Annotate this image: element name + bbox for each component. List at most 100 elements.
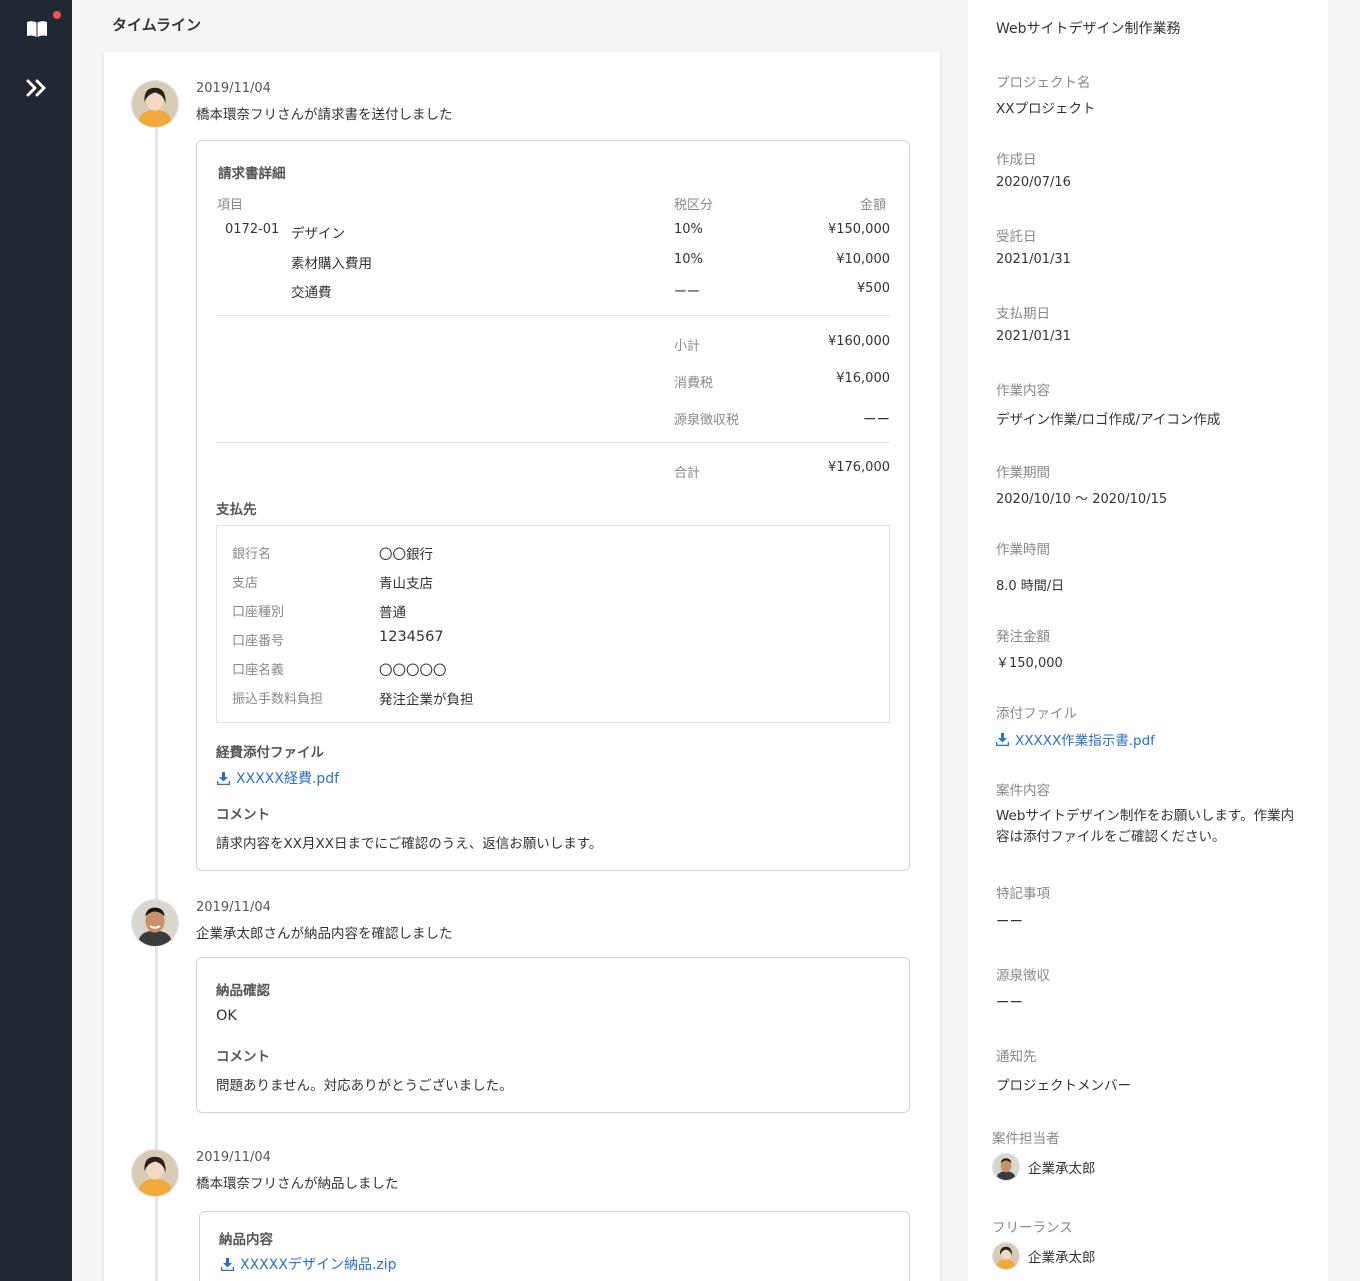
row-amount: ¥500 [856,281,890,296]
confirm-value: OK [216,1008,237,1024]
timeline-line [155,120,158,1281]
header-item: 項目 [217,198,244,213]
divider [216,442,890,443]
field-label: 作業時間 [996,542,1050,558]
instruction-file-link[interactable]: XXXXX作業指示書.pdf [996,729,1155,749]
delivery-file-link[interactable]: XXXXXデザイン納品.zip [221,1254,397,1274]
row-name: 素材購入費用 [291,256,372,272]
header-amount: 金額 [859,198,886,213]
payee-value: 〇〇〇〇〇 [379,663,447,679]
timeline-title: タイムライン [112,16,201,34]
event-text: 企業承太郎さんが納品内容を確認しました [196,926,453,942]
field-value: 2020/07/16 [996,175,1071,190]
notification-dot [53,11,61,19]
subtotal-label: 小計 [674,339,701,354]
confirm-title: 納品確認 [216,983,270,999]
field-label: 作業期間 [996,465,1050,481]
freelancer-name: 企業承太郎 [1028,1250,1096,1266]
field-label: 発注金額 [996,629,1050,645]
row-amount: ¥150,000 [827,222,890,237]
expense-file-link[interactable]: XXXXX経費.pdf [217,768,339,788]
row-tax: ーー [674,285,701,300]
field-value: ーー [996,914,1023,930]
field-label: 案件内容 [996,783,1050,799]
invoice-box [196,140,910,871]
payee-value: 1234567 [379,629,444,645]
withholding-label: 源泉徴収税 [674,413,740,428]
download-icon [221,1257,234,1271]
payee-label: 振込手数料負担 [232,692,324,707]
comment-title: コメント [216,807,270,823]
event-text: 橋本環奈フリさんが請求書を送付しました [196,107,453,123]
payee-value: 普通 [379,605,406,621]
total-label: 合計 [674,466,701,481]
comment-text: 請求内容をXX月XX日までにご確認のうえ、返信お願いします。 [216,836,603,852]
payee-value: 〇〇銀行 [379,547,433,563]
field-label: 添付ファイル [996,706,1077,722]
field-label: 作成日 [996,152,1037,168]
avatar-freelancer [131,1149,179,1197]
divider [216,315,890,316]
header-tax: 税区分 [674,198,714,213]
field-value: ￥150,000 [996,656,1063,671]
event-date: 2019/11/04 [196,81,271,96]
avatar-client [131,899,179,947]
row-name: 交通費 [291,285,332,301]
field-value: 2021/01/31 [996,252,1071,267]
total-value: ¥176,000 [827,460,890,475]
field-value: 8.0 時間/日 [996,579,1065,594]
row-tax: 10% [674,252,703,267]
attachment-title: 経費添付ファイル [216,745,324,761]
avatar-freelancer [131,80,179,128]
row-code: 0172-01 [225,222,280,237]
row-tax: 10% [674,222,703,237]
event-text: 橋本環奈フリさんが納品しました [196,1176,399,1192]
field-value: ーー [996,995,1023,1011]
instruction-file-name: XXXXX作業指示書.pdf [1015,733,1155,749]
event-date: 2019/11/04 [196,1150,271,1165]
row-name: デザイン [291,226,345,242]
freelancer-label: フリーランス [992,1220,1073,1236]
expand-double-chevron-icon[interactable] [25,78,49,98]
field-label: プロジェクト名 [996,75,1091,91]
invoice-title: 請求書詳細 [218,166,286,182]
comment-title: コメント [216,1049,270,1065]
book-icon[interactable] [26,19,48,39]
field-value: デザイン作業/ロゴ作成/アイコン作成 [996,412,1221,428]
comment-text: 問題ありません。対応ありがとうございました。 [216,1078,513,1094]
consumption-tax-value: ¥16,000 [836,371,890,386]
field-value: XXプロジェクト [996,101,1096,117]
withholding-value: ーー [863,412,890,428]
job-title: Webサイトデザイン制作業務 [996,21,1181,37]
field-label: 通知先 [996,1049,1037,1065]
payee-value: 青山支店 [379,576,433,592]
avatar [992,1242,1020,1270]
field-label: 作業内容 [996,383,1050,399]
left-rail [0,0,72,1281]
field-value: 2021/01/31 [996,329,1071,344]
manager-person[interactable]: 企業承太郎 [992,1153,1096,1181]
consumption-tax-label: 消費税 [674,376,714,391]
payee-label: 口座番号 [232,634,285,649]
payee-value: 発注企業が負担 [379,692,474,708]
download-icon [217,771,230,785]
field-value: プロジェクトメンバー [996,1078,1131,1094]
field-label: 特記事項 [996,886,1050,902]
expense-file-name: XXXXX経費.pdf [236,771,340,787]
avatar [992,1153,1020,1181]
field-label: 受託日 [996,229,1037,245]
delivery-file-name: XXXXXデザイン納品.zip [240,1257,397,1273]
field-value: Webサイトデザイン制作をお願いします。作業内容は添付ファイルをご確認ください。 [996,808,1295,845]
freelancer-person[interactable]: 企業承太郎 [992,1242,1096,1270]
payee-label: 口座種別 [232,605,285,620]
event-date: 2019/11/04 [196,900,271,915]
field-label: 支払期日 [996,306,1050,322]
payee-label: 支店 [232,576,259,591]
delivery-title: 納品内容 [219,1232,273,1248]
payee-label: 銀行名 [232,547,272,562]
field-value: 2020/10/10 〜 2020/10/15 [996,492,1168,507]
payee-label: 口座名義 [232,663,285,678]
field-label: 源泉徴収 [996,968,1050,984]
subtotal-value: ¥160,000 [827,334,890,349]
download-icon [996,732,1009,746]
